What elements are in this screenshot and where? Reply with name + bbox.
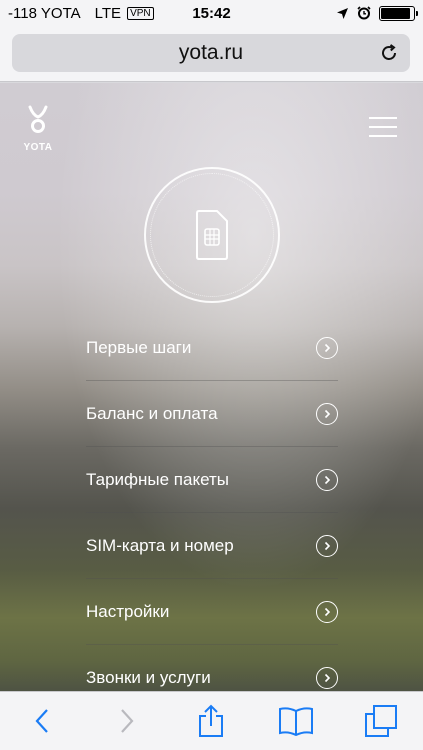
menu-item-label: Настройки <box>86 601 170 621</box>
hamburger-menu-icon[interactable] <box>369 117 397 139</box>
menu-item-label: Тарифные пакеты <box>86 469 229 489</box>
sim-card-icon <box>196 210 228 260</box>
tabs-button[interactable] <box>361 701 401 741</box>
address-bar[interactable]: yota.ru <box>12 34 410 72</box>
chevron-right-circle-icon <box>316 336 338 359</box>
menu-item-label: SIM-карта и номер <box>86 535 234 555</box>
forward-icon <box>121 709 134 733</box>
chevron-right-circle-icon <box>316 468 338 491</box>
browser-toolbar <box>0 691 423 750</box>
menu-item-label: Баланс и оплата <box>86 403 218 423</box>
location-arrow-icon <box>337 7 348 19</box>
tabs-icon <box>364 705 397 737</box>
sim-card-button[interactable] <box>144 167 280 303</box>
menu-item-tariffs[interactable]: Тарифные пакеты <box>86 447 338 513</box>
back-icon <box>35 709 49 733</box>
web-content: YOTA Первые шаги Баланс и оплата Тарифны… <box>0 83 423 691</box>
reload-icon[interactable] <box>378 42 400 64</box>
address-bar-area: yota.ru <box>0 26 423 82</box>
menu-item-balance[interactable]: Баланс и оплата <box>86 381 338 447</box>
signal-strength: -118 <box>8 4 37 22</box>
alarm-icon <box>357 6 371 20</box>
url-text: yota.ru <box>178 41 244 64</box>
menu-item-label: Звонки и услуги <box>86 668 211 687</box>
yota-logo[interactable]: YOTA <box>20 105 56 153</box>
battery-icon <box>379 5 418 21</box>
chevron-right-circle-icon <box>316 534 338 557</box>
battery-level <box>381 7 411 19</box>
chevron-right-circle-icon <box>316 402 338 425</box>
vpn-badge: VPN <box>127 6 154 20</box>
share-icon <box>199 704 224 737</box>
carrier-name: YOTA <box>40 4 81 22</box>
yota-logo-icon <box>28 105 48 133</box>
bookmarks-button[interactable] <box>276 701 316 741</box>
menu-item-sim[interactable]: SIM-карта и номер <box>86 513 338 579</box>
logo-text: YOTA <box>23 142 53 153</box>
menu-item-label: Первые шаги <box>86 337 192 357</box>
status-left: -118 YOTA LTE VPN <box>8 5 154 22</box>
status-bar: -118 YOTA LTE VPN 15:42 <box>0 0 423 26</box>
forward-button[interactable] <box>107 701 147 741</box>
back-button[interactable] <box>22 701 62 741</box>
chevron-right-circle-icon <box>316 600 338 623</box>
bookmarks-icon <box>279 707 314 736</box>
chevron-right-circle-icon <box>316 667 338 689</box>
status-right <box>336 5 418 21</box>
menu-item-settings[interactable]: Настройки <box>86 579 338 645</box>
share-button[interactable] <box>191 701 231 741</box>
network-type: LTE <box>94 4 122 22</box>
menu-item-calls[interactable]: Звонки и услуги <box>86 645 338 691</box>
main-menu: Первые шаги Баланс и оплата Тарифные пак… <box>86 315 338 691</box>
menu-item-first-steps[interactable]: Первые шаги <box>86 315 338 381</box>
